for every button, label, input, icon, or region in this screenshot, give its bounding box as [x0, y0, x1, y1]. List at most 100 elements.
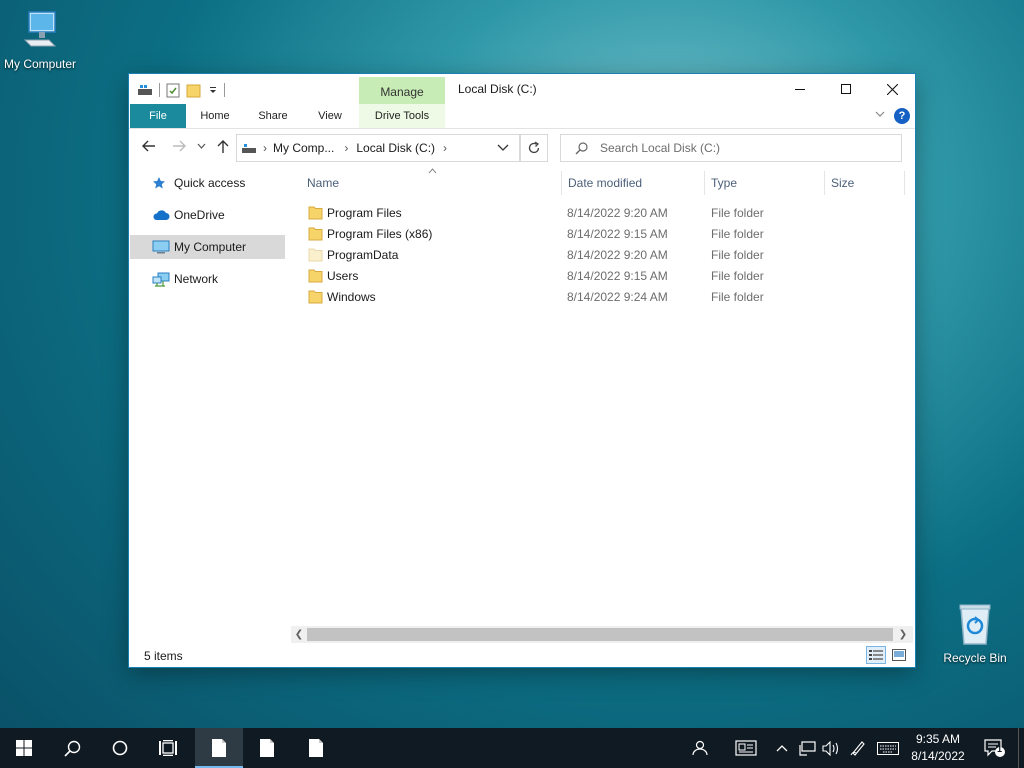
search-box[interactable]	[560, 134, 902, 162]
breadcrumb-local-disk[interactable]: Local Disk (C:)	[356, 141, 435, 155]
toolbar-separator	[159, 83, 160, 97]
file-row[interactable]: Windows 8/14/2022 9:24 AM File folder	[301, 286, 911, 307]
breadcrumb-my-computer[interactable]: My Comp...	[273, 141, 334, 155]
desktop-icon-my-computer[interactable]: My Computer	[0, 10, 80, 71]
taskbar-app-document-1[interactable]	[243, 728, 291, 768]
nav-item-network[interactable]: Network	[130, 267, 285, 291]
file-type: File folder	[711, 205, 764, 220]
drive-icon	[242, 143, 256, 153]
clock-time: 9:35 AM	[915, 732, 961, 746]
up-icon[interactable]	[216, 139, 230, 154]
file-list: Name Date modified Type Size Program Fil…	[291, 167, 911, 627]
computer-icon	[23, 11, 57, 47]
file-date-modified: 8/14/2022 9:20 AM	[567, 205, 668, 220]
search-input[interactable]	[598, 140, 892, 156]
breadcrumb-separator: ›	[263, 141, 267, 155]
large-icons-view-icon	[892, 649, 906, 661]
nav-item-label: Network	[174, 272, 219, 286]
close-icon	[886, 83, 898, 95]
file-row[interactable]: ProgramData 8/14/2022 9:20 AM File folder	[301, 244, 911, 265]
nav-item-icon-wrap	[152, 240, 174, 254]
search-icon	[63, 740, 80, 757]
nav-item-onedrive[interactable]: OneDrive	[130, 203, 285, 227]
taskbar-app-file-explorer[interactable]	[195, 728, 243, 768]
file-icon-wrap	[308, 205, 324, 223]
column-header-name[interactable]: Name	[301, 171, 562, 195]
file-type: File folder	[711, 268, 764, 283]
nav-item-my-computer[interactable]: My Computer	[130, 235, 285, 259]
new-folder-icon[interactable]	[186, 83, 202, 98]
breadcrumb-separator: ›	[443, 141, 448, 155]
tab-home[interactable]: Home	[191, 104, 239, 128]
search-button[interactable]	[48, 728, 96, 768]
volume-button[interactable]	[820, 728, 842, 768]
show-hidden-icons-button[interactable]	[773, 728, 791, 768]
file-row[interactable]: Users 8/14/2022 9:15 AM File folder	[301, 265, 911, 286]
column-header-size[interactable]: Size	[825, 171, 905, 195]
address-bar[interactable]: › My Comp... › Local Disk (C:) ›	[236, 134, 520, 162]
taskbar-app-document-2[interactable]	[292, 728, 340, 768]
file-name: Windows	[327, 289, 376, 304]
nav-item-quick-access[interactable]: Quick access	[130, 171, 285, 195]
file-icon-wrap	[308, 226, 324, 244]
action-center-button[interactable]: 1	[980, 728, 1010, 768]
help-button[interactable]: ?	[894, 108, 910, 124]
recent-locations-icon[interactable]	[197, 143, 206, 150]
window-title: Local Disk (C:)	[458, 82, 537, 96]
properties-icon[interactable]	[166, 83, 180, 98]
expand-ribbon-icon[interactable]	[874, 108, 886, 120]
tab-file[interactable]: File	[130, 104, 186, 128]
desktop-icon-recycle-bin[interactable]: Recycle Bin	[935, 602, 1015, 665]
file-type: File folder	[711, 226, 764, 241]
file-row[interactable]: Program Files (x86) 8/14/2022 9:15 AM File…	[301, 223, 911, 244]
refresh-button[interactable]	[520, 134, 548, 162]
scroll-left-button[interactable]: ❮	[291, 627, 307, 642]
news-button[interactable]	[730, 728, 762, 768]
cortana-button[interactable]	[96, 728, 144, 768]
column-header-type[interactable]: Type	[705, 171, 825, 195]
file-row[interactable]: Program Files 8/14/2022 9:20 AM File folde…	[301, 202, 911, 223]
start-button[interactable]	[0, 728, 48, 768]
file-date-modified: 8/14/2022 9:20 AM	[567, 247, 668, 262]
title-bar[interactable]: Manage Local Disk (C:)	[129, 74, 915, 104]
task-view-icon	[159, 740, 177, 756]
folder-icon	[308, 269, 323, 283]
address-dropdown-icon[interactable]	[497, 144, 509, 152]
scroll-right-button[interactable]: ❯	[895, 627, 911, 642]
file-icon-wrap	[308, 247, 324, 265]
large-icons-view-button[interactable]	[889, 646, 909, 664]
desktop-icon-label: Recycle Bin	[943, 651, 1007, 665]
file-icon-wrap	[308, 268, 324, 286]
minimize-icon	[795, 89, 805, 90]
task-view-button[interactable]	[144, 728, 192, 768]
desktop-icon-label: My Computer	[3, 57, 77, 71]
network-status-button[interactable]	[796, 728, 818, 768]
back-icon[interactable]	[141, 139, 157, 153]
scrollbar-thumb[interactable]	[307, 628, 893, 641]
clock[interactable]: 9:35 AM 8/14/2022	[900, 731, 976, 765]
pen-button[interactable]	[847, 728, 869, 768]
folder-icon	[308, 290, 323, 304]
news-icon	[735, 740, 757, 756]
minimize-button[interactable]	[777, 74, 823, 104]
chevron-down-icon[interactable]	[208, 85, 218, 95]
touch-keyboard-button[interactable]	[875, 728, 901, 768]
forward-icon[interactable]	[171, 139, 187, 153]
explorer-window: Manage Local Disk (C:) File Home Share V…	[129, 74, 915, 667]
drive-icon[interactable]	[137, 83, 153, 97]
horizontal-scrollbar[interactable]: ❮ ❯	[291, 626, 913, 643]
show-desktop-button[interactable]	[1018, 728, 1019, 768]
tab-drive-tools[interactable]: Drive Tools	[359, 104, 445, 128]
details-view-button[interactable]	[866, 646, 886, 664]
tab-share[interactable]: Share	[249, 104, 297, 128]
notification-badge: 1	[997, 744, 1003, 754]
maximize-button[interactable]	[823, 74, 869, 104]
people-button[interactable]	[684, 728, 714, 768]
column-header-date-modified[interactable]: Date modified	[562, 171, 705, 195]
tab-view[interactable]: View	[306, 104, 354, 128]
file-icon-wrap	[308, 289, 324, 307]
file-name: Program Files (x86)	[327, 226, 433, 241]
close-button[interactable]	[869, 74, 915, 104]
search-icon	[575, 141, 588, 154]
file-type: File folder	[711, 247, 764, 262]
